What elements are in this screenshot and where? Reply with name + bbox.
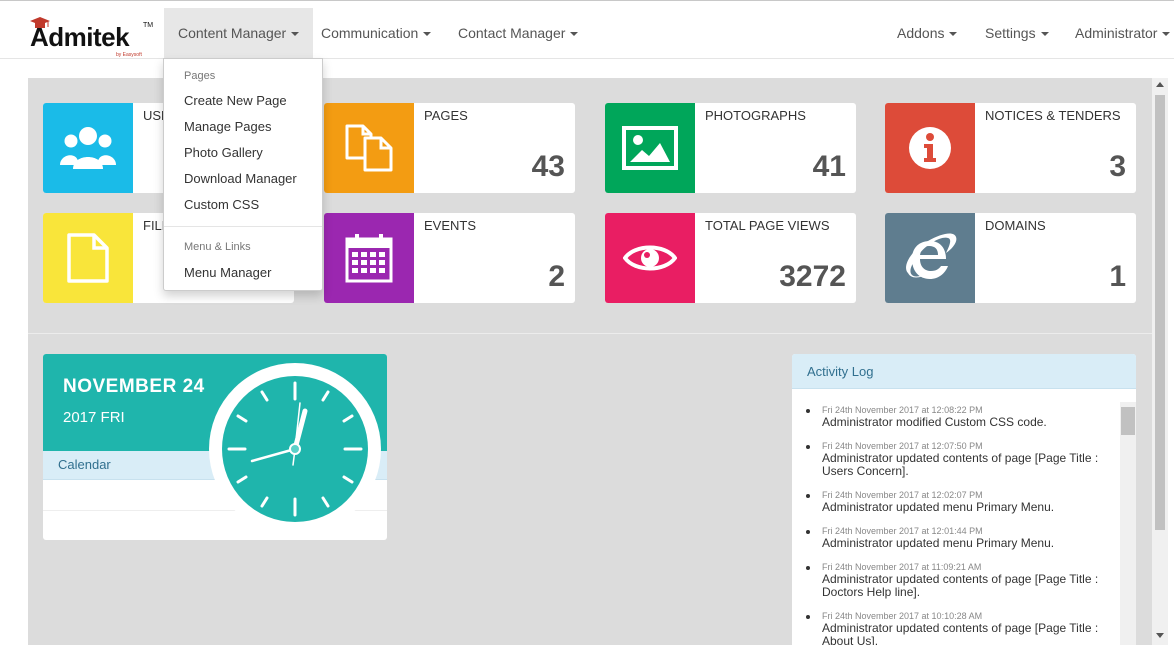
brand-name: Admitek (30, 22, 130, 52)
calendar-year-day: 2017 FRI (63, 409, 125, 426)
nav-contact-manager[interactable]: Contact Manager (444, 8, 592, 58)
nav-settings[interactable]: Settings (971, 8, 1063, 58)
eye-icon (623, 245, 677, 271)
list-item: Fri 24th November 2017 at 12:08:22 PM Ad… (806, 405, 1112, 429)
brand-logo[interactable]: Admitek TM by Easysoft (30, 16, 154, 58)
tile-icon-box (324, 103, 414, 193)
log-message: Administrator updated contents of page [… (822, 572, 1099, 599)
tile-value: 2 (548, 260, 565, 293)
activity-log-list[interactable]: Fri 24th November 2017 at 12:08:22 PM Ad… (792, 389, 1120, 645)
tile-label: NOTICES & TENDERS (985, 108, 1121, 123)
dropdown-header-pages: Pages (184, 70, 216, 82)
activity-log-title: Activity Log (807, 364, 874, 379)
log-message: Administrator updated contents of page [… (822, 451, 1099, 478)
tile-label: DOMAINS (985, 218, 1046, 233)
caret-down-icon (423, 32, 432, 37)
tile-icon-box (885, 213, 975, 303)
scrollbar-thumb[interactable] (1121, 407, 1135, 435)
nav-communication[interactable]: Communication (307, 8, 445, 58)
caret-down-icon (291, 32, 300, 37)
caret-down-icon (1040, 32, 1049, 37)
calendar-icon (345, 234, 393, 283)
menu-item-menu-manager[interactable]: Menu Manager (184, 265, 271, 280)
tile-icon-box (605, 103, 695, 193)
file-icon (67, 233, 109, 283)
scroll-down-arrow-icon[interactable] (1156, 633, 1164, 638)
clock-icon (209, 363, 381, 535)
activity-log-scrollbar[interactable] (1120, 402, 1136, 645)
tile-icon-box (43, 213, 133, 303)
log-message: Administrator updated menu Primary Menu. (822, 536, 1055, 550)
pages-icon (345, 124, 393, 172)
tile-icon-box (885, 103, 975, 193)
stat-tile-events[interactable]: EVENTS 2 (324, 213, 575, 303)
activity-log-panel: Activity Log Fri 24th November 2017 at 1… (792, 354, 1136, 645)
tile-value: 1 (1109, 260, 1126, 293)
section-divider (28, 333, 1152, 334)
caret-down-icon (949, 32, 958, 37)
log-message: Administrator modified Custom CSS code. (822, 415, 1047, 429)
nav-content-manager[interactable]: Content Manager (164, 8, 314, 58)
stat-tile-page-views[interactable]: TOTAL PAGE VIEWS 3272 (605, 213, 856, 303)
stat-tile-notices[interactable]: NOTICES & TENDERS 3 (885, 103, 1136, 193)
internet-explorer-icon (906, 233, 957, 279)
dropdown-divider (164, 226, 322, 227)
tile-label: PHOTOGRAPHS (705, 108, 806, 123)
log-message: Administrator updated contents of page [… (822, 621, 1099, 646)
navbar: Admitek TM by Easysoft Content Manager C… (0, 8, 1174, 59)
photo-icon (622, 126, 678, 170)
tile-value: 43 (531, 150, 565, 183)
menu-item-create-new-page[interactable]: Create New Page (184, 93, 287, 108)
info-icon (909, 127, 951, 169)
page-scrollbar[interactable] (1152, 78, 1168, 645)
activity-log-header: Activity Log (792, 354, 1136, 389)
dropdown-header-menu-links: Menu & Links (184, 241, 251, 253)
scroll-up-arrow-icon[interactable] (1156, 82, 1164, 87)
bullet (806, 566, 810, 570)
users-icon (60, 127, 116, 169)
list-item: Fri 24th November 2017 at 11:09:21 AM Ad… (806, 562, 1112, 599)
log-message: Administrator updated menu Primary Menu. (822, 500, 1055, 514)
nav-administrator[interactable]: Administrator (1061, 8, 1174, 58)
menu-item-manage-pages[interactable]: Manage Pages (184, 119, 271, 134)
list-item: Fri 24th November 2017 at 12:01:44 PM Ad… (806, 526, 1112, 550)
menu-item-download-manager[interactable]: Download Manager (184, 171, 297, 186)
tile-icon-box (605, 213, 695, 303)
calendar-date: NOVEMBER 24 (63, 376, 205, 397)
list-item: Fri 24th November 2017 at 12:02:07 PM Ad… (806, 490, 1112, 514)
bullet (806, 445, 810, 449)
stat-tile-domains[interactable]: DOMAINS 1 (885, 213, 1136, 303)
stat-tile-photographs[interactable]: PHOTOGRAPHS 41 (605, 103, 856, 193)
bullet (806, 615, 810, 619)
caret-down-icon (570, 32, 579, 37)
bullet (806, 409, 810, 413)
content-manager-dropdown: Pages Create New Page Manage Pages Photo… (163, 58, 323, 291)
tile-value: 3 (1109, 150, 1126, 183)
list-item: Fri 24th November 2017 at 12:07:50 PM Ad… (806, 441, 1112, 478)
tile-label: EVENTS (424, 218, 477, 233)
menu-item-custom-css[interactable]: Custom CSS (184, 197, 259, 212)
menu-item-photo-gallery[interactable]: Photo Gallery (184, 145, 263, 160)
window-top-edge (0, 0, 1174, 8)
tile-value: 3272 (779, 260, 846, 293)
tile-value: 41 (812, 150, 846, 183)
tile-label: PAGES (424, 108, 468, 123)
bullet (806, 494, 810, 498)
tile-label: TOTAL PAGE VIEWS (705, 218, 830, 233)
stat-tile-pages[interactable]: PAGES 43 (324, 103, 575, 193)
brand-sub: by Easysoft (116, 52, 142, 58)
bullet (806, 530, 810, 534)
tile-icon-box (43, 103, 133, 193)
brand-tm: TM (143, 22, 154, 29)
tile-icon-box (324, 213, 414, 303)
nav-addons[interactable]: Addons (883, 8, 971, 58)
list-item: Fri 24th November 2017 at 10:10:28 AM Ad… (806, 611, 1112, 646)
caret-down-icon (1162, 32, 1171, 37)
calendar-label: Calendar (58, 457, 111, 472)
scrollbar-thumb[interactable] (1155, 95, 1165, 530)
